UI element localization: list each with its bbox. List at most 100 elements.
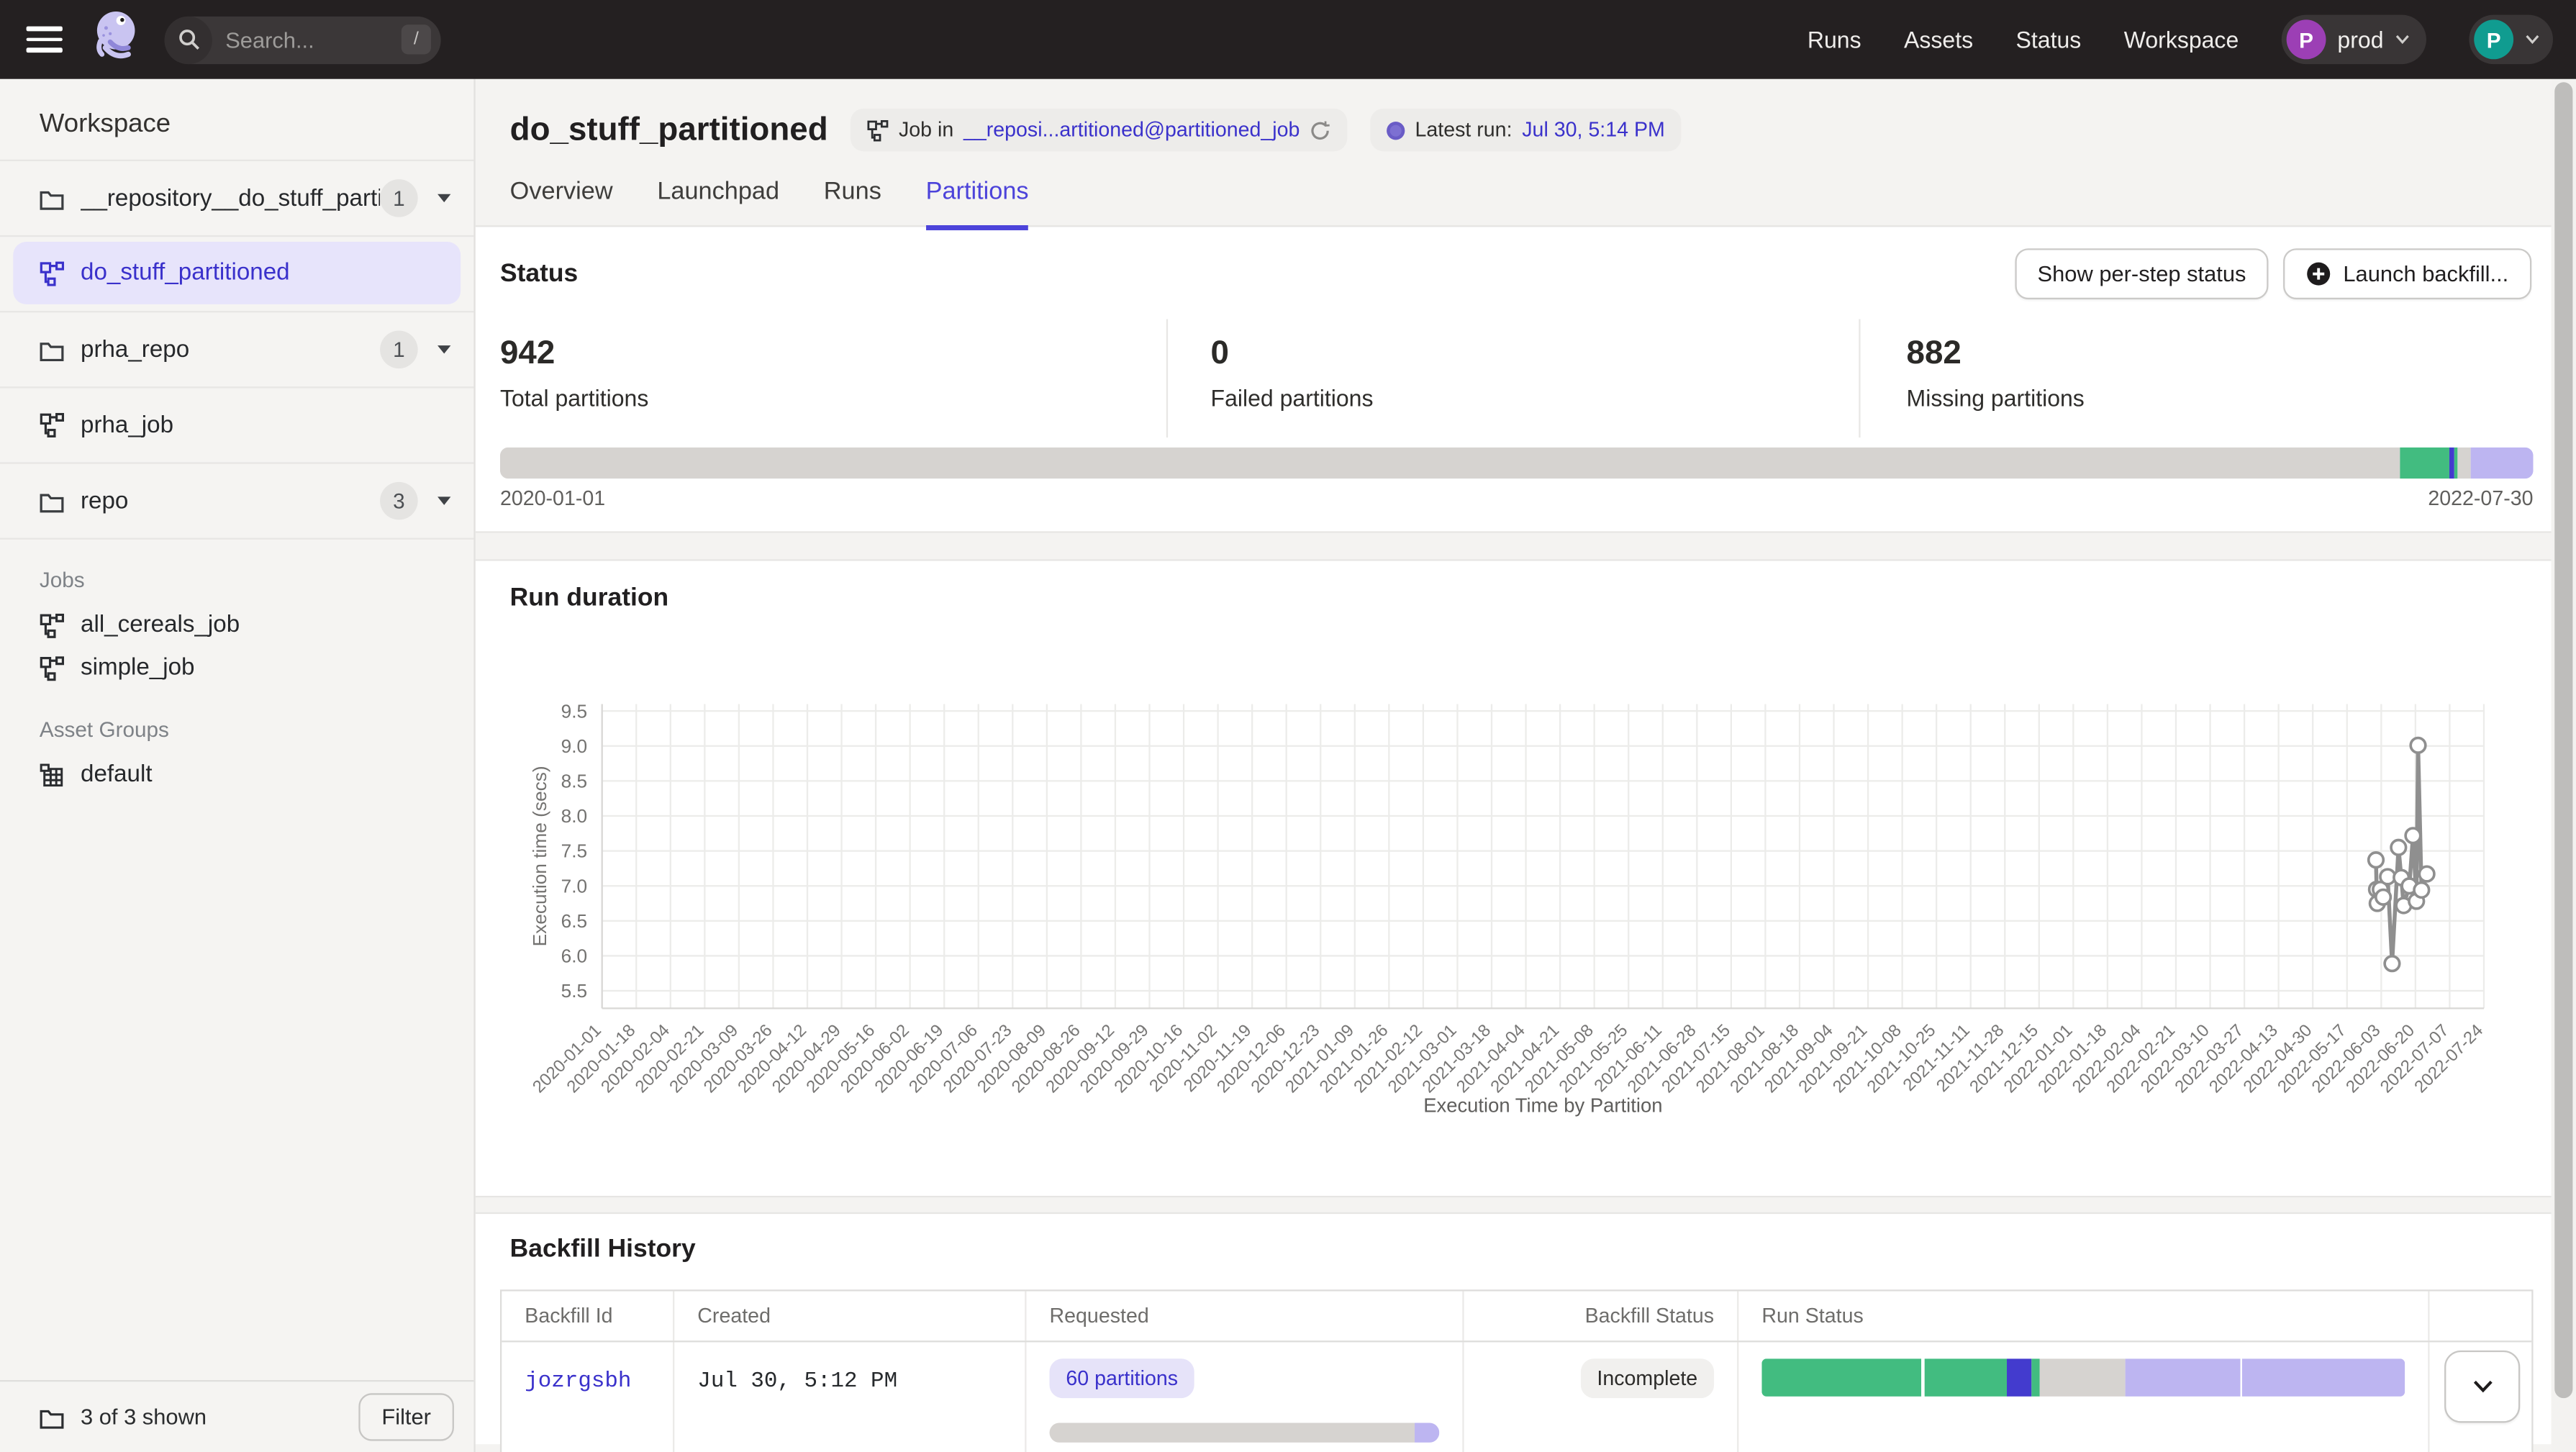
scrollbar-thumb[interactable] — [2554, 82, 2572, 1398]
latest-run-label: Latest run: — [1415, 119, 1512, 142]
tab-runs[interactable]: Runs — [824, 178, 881, 225]
bar-segment — [2032, 1358, 2041, 1397]
chevron-down-icon[interactable] — [437, 496, 450, 504]
data-point-marker[interactable] — [2405, 828, 2421, 843]
deployment-switcher[interactable]: P prod — [2282, 15, 2426, 65]
nav-link-assets[interactable]: Assets — [1904, 27, 1973, 53]
jobs-section-label: Jobs — [0, 540, 473, 604]
created-timestamp: Jul 30, 5:12 PM — [697, 1370, 897, 1394]
show-per-step-status-button[interactable]: Show per-step status — [2015, 248, 2269, 299]
sidebar-item-all-cereals-job[interactable]: all_cereals_job — [0, 604, 473, 646]
status-heading: Status — [500, 259, 578, 289]
section-gap — [476, 533, 2552, 560]
sidebar-title: Workspace — [0, 79, 473, 160]
filter-button[interactable]: Filter — [358, 1393, 454, 1440]
user-menu[interactable]: P — [2469, 15, 2553, 65]
nav-link-runs[interactable]: Runs — [1808, 27, 1861, 53]
page-title: do_stuff_partitioned — [510, 111, 828, 149]
data-point-marker[interactable] — [2414, 883, 2429, 898]
bar-segment — [2126, 1358, 2240, 1397]
latest-run-badge: Latest run: Jul 30, 5:14 PM — [1371, 109, 1682, 151]
stat-label: Failed partitions — [1211, 385, 1816, 412]
deployment-avatar: P — [2287, 19, 2326, 59]
repo-count-badge: 3 — [380, 482, 418, 520]
stat-missing-partitions: 882 Missing partitions — [1861, 319, 2128, 437]
data-point-marker[interactable] — [2385, 956, 2400, 971]
requested-cell: 60 partitions 2020-01-01 2022-07-30 — [1027, 1342, 1464, 1452]
bar-segment — [2400, 448, 2450, 478]
page-scrollbar[interactable] — [2552, 79, 2576, 1452]
y-tick-label: 6.0 — [561, 945, 588, 967]
run-status-dot — [1387, 121, 1405, 139]
run-duration-section: Run duration 5.56.06.57.07.58.08.59.09.5… — [476, 559, 2552, 1197]
chevron-down-icon — [2472, 1380, 2493, 1393]
backfill-id-link[interactable]: jozrgsbh — [525, 1370, 631, 1394]
job-origin-link[interactable]: __reposi...artitioned@partitioned_job — [963, 119, 1300, 142]
backfill-table-row: jozrgsbh Jul 30, 5:12 PM 60 partitions 2… — [502, 1342, 2531, 1452]
y-tick-label: 9.5 — [561, 700, 588, 722]
sidebar-item-simple-job[interactable]: simple_job — [0, 646, 473, 689]
sidebar-item-default-group[interactable]: default — [0, 753, 473, 796]
nav-link-status[interactable]: Status — [2016, 27, 2082, 53]
range-start: 2020-01-01 — [500, 487, 605, 510]
folder-icon — [40, 489, 64, 512]
bar-segment — [500, 448, 2400, 478]
chart-caption: Execution Time by Partition — [1423, 1094, 1662, 1116]
sidebar-item-prha-job[interactable]: prha_job — [0, 389, 473, 464]
data-point-marker[interactable] — [2411, 738, 2426, 753]
search-input[interactable]: Search... / — [165, 16, 441, 63]
job-origin-badge: Job in __reposi...artitioned@partitioned… — [851, 109, 1348, 151]
partition-status-bar[interactable] — [500, 448, 2534, 478]
reload-icon[interactable] — [1310, 119, 1331, 141]
stat-value: 882 — [1907, 335, 2085, 373]
expand-row-button[interactable] — [2444, 1351, 2520, 1423]
backfill-table-header: Backfill Id Created Requested Backfill S… — [502, 1292, 2531, 1343]
dagster-logo-icon[interactable] — [86, 6, 145, 73]
tab-overview[interactable]: Overview — [510, 178, 613, 225]
job-icon — [40, 613, 64, 637]
bar-segment — [2007, 1358, 2032, 1397]
job-icon — [868, 119, 889, 141]
y-tick-label: 8.0 — [561, 805, 588, 827]
tab-launchpad[interactable]: Launchpad — [657, 178, 779, 225]
job-label: prha_job — [81, 412, 450, 439]
y-tick-label: 7.0 — [561, 875, 588, 897]
job-label: all_cereals_job — [81, 612, 240, 638]
y-tick-label: 5.5 — [561, 980, 588, 1002]
sidebar-item-prha-repo[interactable]: prha_repo 1 — [0, 312, 473, 388]
latest-run-link[interactable]: Jul 30, 5:14 PM — [1522, 119, 1665, 142]
sidebar-item-repo[interactable]: repo 3 — [0, 464, 473, 540]
job-origin-prefix: Job in — [899, 119, 953, 142]
col-backfill-status: Backfill Status — [1464, 1292, 1739, 1341]
job-label: do_stuff_partitioned — [81, 260, 435, 286]
bar-segment — [1924, 1358, 2007, 1397]
repo-count-text: 3 of 3 shown — [81, 1405, 207, 1429]
run-status-bar[interactable] — [1761, 1358, 2405, 1397]
run-duration-heading: Run duration — [510, 584, 668, 612]
status-section: Status Show per-step status Launch backf… — [476, 227, 2552, 532]
requested-partitions-chip[interactable]: 60 partitions — [1050, 1358, 1194, 1398]
nav-link-workspace[interactable]: Workspace — [2124, 27, 2239, 53]
menu-icon[interactable] — [27, 27, 63, 53]
stat-label: Total partitions — [500, 385, 1123, 412]
sidebar-item-repository-do-stuff[interactable]: __repository__do_stuff_partitio... 1 — [0, 161, 473, 237]
data-point-marker[interactable] — [2369, 853, 2384, 868]
bar-segment — [1761, 1358, 1922, 1397]
chevron-down-icon[interactable] — [437, 194, 450, 202]
range-end: 2022-07-30 — [2428, 487, 2533, 510]
tab-partitions[interactable]: Partitions — [926, 178, 1029, 225]
backfill-table: Backfill Id Created Requested Backfill S… — [500, 1289, 2534, 1452]
sidebar-item-do-stuff-partitioned[interactable]: do_stuff_partitioned — [0, 237, 473, 312]
bar-segment — [2457, 448, 2470, 478]
col-backfill-id: Backfill Id — [502, 1292, 674, 1341]
asset-group-icon — [40, 763, 64, 787]
top-nav: Search... / Runs Assets Status Workspace… — [0, 0, 2576, 79]
chevron-down-icon[interactable] — [437, 345, 450, 353]
data-point-marker[interactable] — [2391, 840, 2406, 855]
data-point-marker[interactable] — [2419, 866, 2434, 881]
data-point-marker[interactable] — [2376, 890, 2391, 905]
run-duration-chart[interactable]: 5.56.06.57.07.58.08.59.09.52020-01-01202… — [476, 617, 2552, 1196]
job-icon — [40, 413, 64, 437]
launch-backfill-button[interactable]: Launch backfill... — [2284, 248, 2531, 299]
asset-group-label: default — [81, 761, 153, 788]
